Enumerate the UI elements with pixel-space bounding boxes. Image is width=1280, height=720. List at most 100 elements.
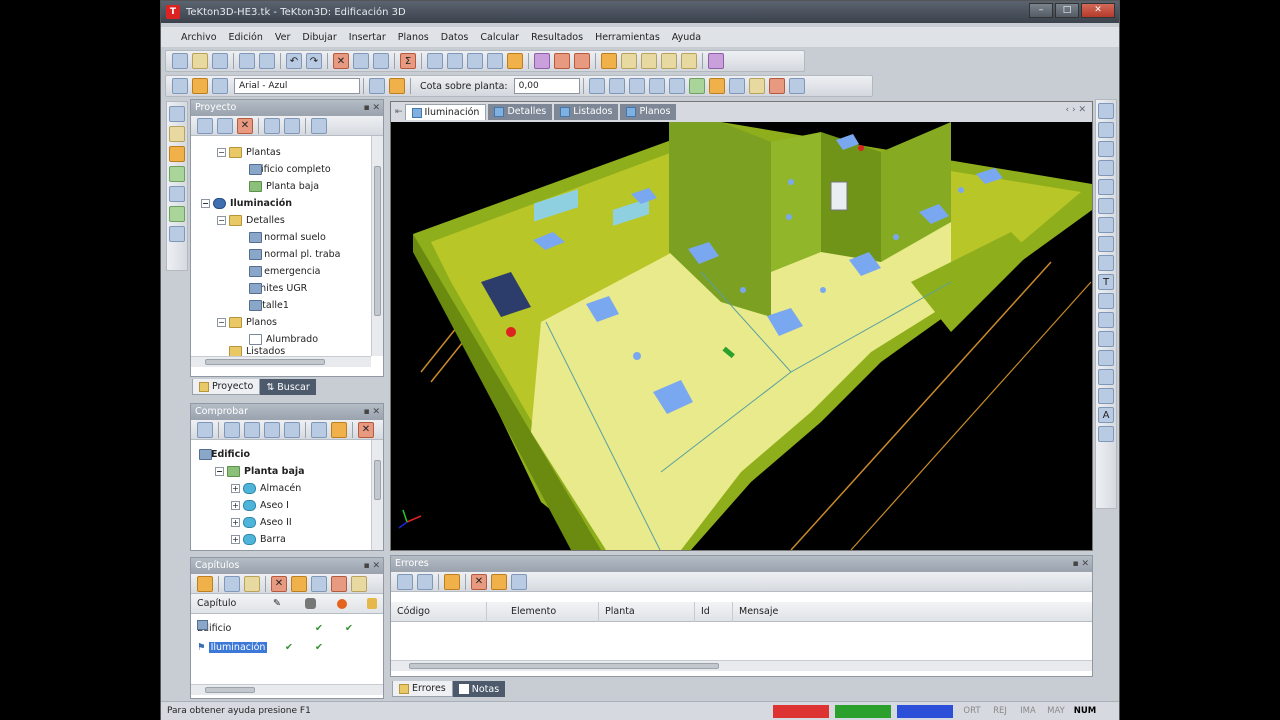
settings-icon[interactable]: [788, 78, 805, 94]
tree-item[interactable]: + Barra: [231, 531, 286, 547]
building-3d-scene[interactable]: [391, 122, 1092, 550]
clear-icon[interactable]: ✕: [471, 573, 487, 590]
wand-icon[interactable]: [169, 126, 185, 142]
menu-datos[interactable]: Datos: [435, 32, 475, 43]
box-icon[interactable]: [621, 53, 637, 69]
calc-icon[interactable]: [331, 421, 347, 438]
color-icon[interactable]: [192, 78, 208, 94]
comprobar-vscrollbar[interactable]: [371, 440, 383, 550]
menu-edicion[interactable]: Edición: [223, 32, 269, 43]
status-dot-icon[interactable]: [331, 575, 347, 592]
ortho-icon[interactable]: [628, 78, 645, 94]
add-chapter-icon[interactable]: [197, 575, 213, 592]
tab-listados[interactable]: Listados: [554, 104, 619, 120]
image-icon[interactable]: [728, 78, 745, 94]
gear-tool-icon[interactable]: [169, 226, 185, 242]
menu-herramientas[interactable]: Herramientas: [589, 32, 666, 43]
tree-item[interactable]: − Planos: [217, 314, 277, 330]
remove-icon[interactable]: ✕: [358, 421, 374, 438]
delete-icon[interactable]: ✕: [333, 53, 349, 69]
new-item-icon[interactable]: [197, 117, 213, 134]
add-item-icon[interactable]: [217, 117, 233, 134]
zoom-icon[interactable]: [427, 53, 443, 69]
copy-icon[interactable]: [224, 575, 240, 592]
tree-item[interactable]: Listados: [229, 346, 285, 356]
folder-open-icon[interactable]: [244, 575, 260, 592]
tree-item[interactable]: Alumbrado: [249, 331, 318, 347]
rotate-view-icon[interactable]: [1098, 122, 1114, 138]
tree-item[interactable]: − Detalles: [217, 212, 285, 228]
maximize-icon[interactable]: □: [1055, 3, 1079, 18]
collapse-icon[interactable]: [244, 421, 260, 438]
print-errors-icon[interactable]: [397, 573, 413, 590]
tree-item[interactable]: −Edificio: [199, 446, 250, 462]
save-icon[interactable]: [212, 53, 228, 69]
col-codigo[interactable]: Código: [391, 602, 487, 622]
tab-detalles[interactable]: Detalles: [488, 104, 553, 120]
redo-icon[interactable]: ↷: [306, 53, 322, 69]
tree-item[interactable]: Detalle1: [249, 297, 289, 313]
proyecto-hscrollbar[interactable]: [191, 356, 371, 367]
dimension-icon[interactable]: [1098, 255, 1114, 271]
zoom-in-icon[interactable]: [447, 53, 463, 69]
close-icon[interactable]: ✕: [1081, 3, 1115, 18]
pan-icon[interactable]: [487, 53, 503, 69]
tree-item[interactable]: − Iluminación: [201, 195, 292, 211]
style-icon[interactable]: [212, 78, 228, 94]
panel-close-icon[interactable]: ▪ ✕: [363, 558, 380, 574]
panel-close-icon[interactable]: ▪ ✕: [363, 100, 380, 116]
note-icon[interactable]: [748, 78, 765, 94]
menu-planos[interactable]: Planos: [392, 32, 435, 43]
plan-icon[interactable]: [661, 53, 677, 69]
refresh-icon[interactable]: [284, 117, 300, 134]
errores-hscrollbar[interactable]: [391, 660, 1092, 671]
pen-icon[interactable]: [1098, 426, 1114, 442]
more-icon[interactable]: [351, 575, 367, 592]
tabs-nav-icon[interactable]: ⇤: [395, 107, 403, 117]
person-tool-icon[interactable]: [169, 186, 185, 202]
locate-icon[interactable]: [491, 573, 507, 590]
line-tool-icon[interactable]: [169, 166, 185, 182]
tree-item[interactable]: Límites UGR: [249, 280, 307, 296]
menu-ayuda[interactable]: Ayuda: [666, 32, 707, 43]
tree-item[interactable]: Edificio completo: [249, 161, 331, 177]
menu-insertar[interactable]: Insertar: [343, 32, 392, 43]
find-icon[interactable]: [511, 573, 527, 590]
status-num[interactable]: NUM: [1071, 705, 1099, 718]
col-mensaje[interactable]: Mensaje: [733, 602, 1090, 622]
panel-close-icon[interactable]: ▪ ✕: [1072, 556, 1089, 572]
capitulos-hscrollbar[interactable]: [191, 684, 383, 695]
tree-item[interactable]: Al. normal pl. traba: [249, 246, 341, 262]
viewport-close-icon[interactable]: ‹ › ✕: [1066, 105, 1086, 115]
delete-chapter-icon[interactable]: ✕: [271, 575, 287, 592]
col-id[interactable]: Id: [695, 602, 733, 622]
tab-planos[interactable]: Planos: [620, 104, 677, 120]
viewport-3d[interactable]: ⇤ Iluminación Detalles Listados Planos ‹…: [390, 101, 1093, 551]
expand-icon[interactable]: [224, 421, 240, 438]
capitulo-header[interactable]: Capítulo: [191, 594, 381, 614]
camera-icon[interactable]: [311, 575, 327, 592]
tab-errores[interactable]: Errores: [392, 681, 453, 697]
print-preview-icon[interactable]: [259, 53, 275, 69]
view-icon[interactable]: [507, 53, 523, 69]
eye-icon[interactable]: [601, 53, 617, 69]
chart-icon[interactable]: [688, 78, 705, 94]
select-arrow-icon[interactable]: [169, 106, 185, 122]
sort-icon[interactable]: [284, 421, 300, 438]
arrow-tool-icon[interactable]: [169, 206, 185, 222]
table-row[interactable]: ⚑ Iluminación ✔ ✔: [197, 639, 377, 657]
col-elemento[interactable]: Elemento: [505, 602, 599, 622]
panel-close-icon[interactable]: ▪ ✕: [363, 404, 380, 420]
minimize-icon[interactable]: –: [1029, 3, 1053, 18]
tree-item[interactable]: Al. emergencia: [249, 263, 320, 279]
text-icon[interactable]: [369, 78, 385, 94]
chart-active-icon[interactable]: [708, 78, 725, 94]
calculate-icon[interactable]: [444, 573, 460, 590]
tree-item[interactable]: + Aseo I: [231, 497, 289, 513]
lamp-tool-icon[interactable]: [169, 146, 185, 162]
properties-icon[interactable]: [264, 117, 280, 134]
table-icon[interactable]: [588, 78, 605, 94]
status-ima[interactable]: IMA: [1015, 705, 1041, 718]
menu-archivo[interactable]: Archivo: [175, 32, 223, 43]
menu-ver[interactable]: Ver: [269, 32, 297, 43]
